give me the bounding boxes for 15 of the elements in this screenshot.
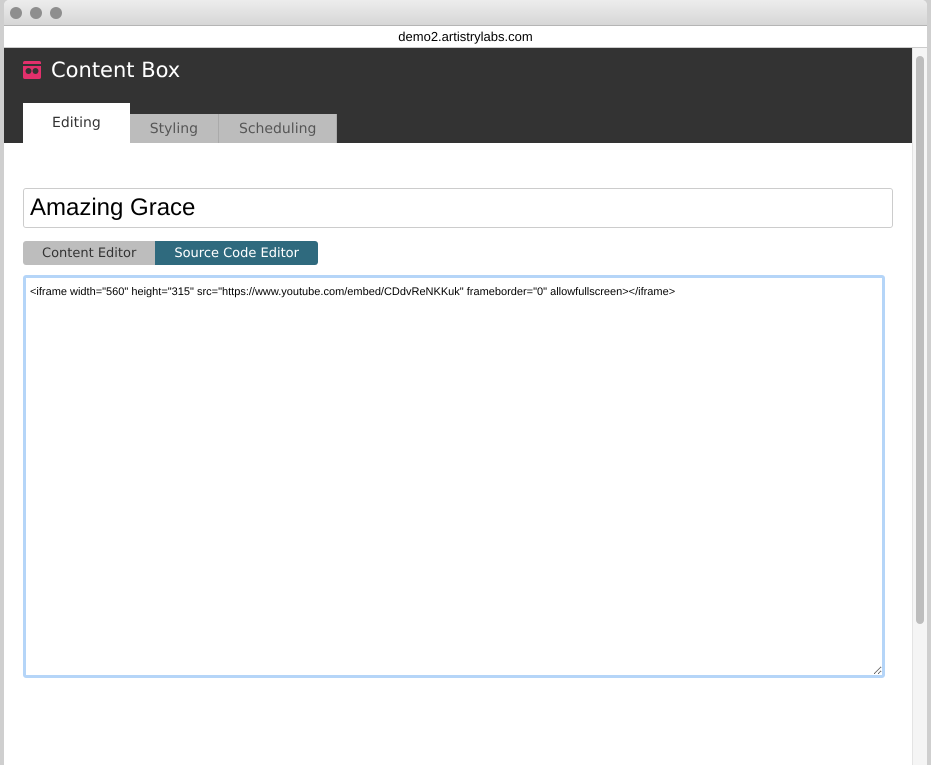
tab[interactable]: Scheduling (218, 114, 338, 143)
scroll-thumb[interactable] (916, 56, 924, 624)
editor-mode-tab[interactable]: Content Editor (23, 241, 156, 265)
close-button[interactable] (10, 6, 22, 18)
source-code-field[interactable]: <iframe width="560" height="315" src="https://www.youtube.com/embed/CDdvReNKKuk" frameborder="0" allowfullscreen></iframe> (23, 275, 885, 678)
zoom-button[interactable] (50, 6, 62, 18)
page-url: demo2.artistrylabs.com (398, 29, 533, 44)
title-field[interactable]: Amazing Grace (23, 188, 893, 228)
minimize-button[interactable] (30, 6, 42, 18)
scrollbar[interactable] (912, 48, 927, 765)
tab[interactable]: Styling (130, 114, 219, 143)
editor-mode-tab[interactable]: Source Code Editor (155, 241, 318, 265)
app-title: Content Box (51, 58, 180, 82)
logo-icon (23, 61, 41, 79)
tab[interactable]: Editing (23, 103, 130, 143)
